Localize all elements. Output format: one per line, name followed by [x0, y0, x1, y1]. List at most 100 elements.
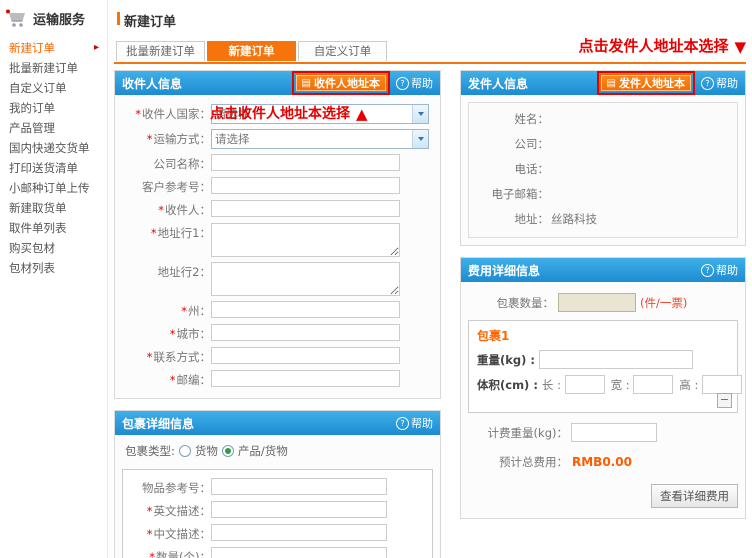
field-label: *收件人国家 [115, 104, 211, 122]
field-label: *城市 [115, 324, 211, 342]
sidebar-item-product-mgmt[interactable]: 产品管理 [9, 120, 107, 136]
sender-fields-box: 姓名 公司 电话 电子邮箱 地址丝路科技 [468, 102, 738, 238]
sender-email-value [549, 186, 551, 202]
sidebar-item-pickup-order-list[interactable]: 取件单列表 [9, 220, 107, 236]
sidebar-item-print-delivery-list[interactable]: 打印送货清单 [9, 160, 107, 176]
sender-address-value: 丝路科技 [549, 211, 597, 227]
zipcode-input[interactable] [211, 370, 400, 387]
tab-batch-new-order[interactable]: 批量新建订单 [116, 41, 205, 61]
chevron-down-icon [412, 130, 428, 148]
length-label: 长 [542, 377, 565, 393]
company-name-input[interactable] [211, 154, 400, 171]
sidebar-item-small-post-upload[interactable]: 小邮种订单上传 [9, 180, 107, 196]
sender-name-value [549, 111, 551, 127]
billable-weight-label: 计费重量(kg) [468, 425, 568, 441]
field-label: *地址行1 [115, 223, 211, 241]
quantity-input[interactable] [211, 547, 387, 558]
fee-detail-panel: 费用详细信息 ? 帮助 包裹数量 (件/一票) 包裹1 [460, 257, 746, 519]
shipping-service-app: 运输服务 新建订单 ▸ 批量新建订单 自定义订单 我的订单 产品管理 国内快递交… [0, 0, 752, 558]
address-line2-textarea[interactable] [211, 262, 400, 296]
view-fee-detail-button[interactable]: 查看详细费用 [651, 484, 738, 508]
address-book-icon: ▤ [607, 78, 616, 89]
package-type-row: 包裹类型: 货物 产品/货物 [115, 435, 440, 465]
recipient-panel-body: *收件人国家 请选择 *运输方式 请选择 公 [115, 95, 440, 398]
cart-icon [5, 9, 29, 28]
field-label: 物品参考号 [123, 478, 211, 496]
height-input[interactable] [702, 375, 742, 394]
customer-ref-input[interactable] [211, 177, 400, 194]
height-label: 高 [679, 377, 702, 393]
triangle-up-icon: ▲ [356, 105, 368, 123]
package-qty-unit: (件/一票) [640, 295, 687, 311]
recipient-addressbook-button[interactable]: ▤ 收件人地址本 [295, 74, 387, 92]
english-desc-input[interactable] [211, 501, 387, 518]
radio-cargo-label: 货物 [195, 443, 218, 459]
recipient-addressbook-highlight: ▤ 收件人地址本 [292, 71, 390, 95]
width-label: 宽 [611, 377, 634, 393]
tab-underline [114, 62, 746, 64]
length-input[interactable] [565, 375, 605, 394]
sidebar-active-arrow-icon: ▸ [94, 40, 99, 56]
volume-label: 体积(cm) [477, 377, 542, 393]
tab-custom-order[interactable]: 自定义订单 [298, 41, 387, 61]
package-qty-input[interactable] [558, 293, 636, 312]
sidebar-item-custom-order[interactable]: 自定义订单 [9, 80, 107, 96]
app-logo: 运输服务 [0, 0, 107, 34]
right-column: 发件人信息 ▤ 发件人地址本 ? 帮助 姓名 公司 电话 [460, 70, 746, 530]
chinese-desc-input[interactable] [211, 524, 387, 541]
sender-address-label: 地址 [469, 211, 549, 227]
field-label: *运输方式 [115, 129, 211, 147]
package-qty-label: 包裹数量 [468, 295, 554, 311]
sidebar-item-my-orders[interactable]: 我的订单 [9, 100, 107, 116]
estimated-total-label: 预计总费用 [468, 454, 568, 470]
field-label: *英文描述 [123, 501, 211, 519]
fee-panel-header: 费用详细信息 ? 帮助 [461, 258, 745, 282]
sidebar-item-new-pickup-order[interactable]: 新建取货单 [9, 200, 107, 216]
contact-input[interactable] [211, 347, 400, 364]
billable-weight-input[interactable] [571, 423, 657, 442]
item-ref-input[interactable] [211, 478, 387, 495]
app-title: 运输服务 [33, 9, 85, 28]
sidebar-item-domestic-express-note[interactable]: 国内快递交货单 [9, 140, 107, 156]
field-label: *数量(个) [123, 547, 211, 558]
sender-panel-header: 发件人信息 ▤ 发件人地址本 ? 帮助 [461, 71, 745, 95]
address-line1-textarea[interactable] [211, 223, 400, 257]
help-icon: ? [396, 77, 409, 90]
package-help-link[interactable]: ? 帮助 [396, 415, 433, 431]
sender-panel-title: 发件人信息 [468, 75, 597, 92]
package1-box: 包裹1 重量(kg) 体积(cm) 长 宽 高 [468, 320, 738, 413]
field-label: 客户参考号 [115, 177, 211, 195]
recipient-addressbook-annotation: 点击收件人地址本选择▲ [210, 103, 368, 123]
field-label: *邮编 [115, 370, 211, 388]
sender-help-link[interactable]: ? 帮助 [701, 75, 738, 91]
sender-info-panel: 发件人信息 ▤ 发件人地址本 ? 帮助 姓名 公司 电话 [460, 70, 746, 246]
sidebar-item-packaging-list[interactable]: 包材列表 [9, 260, 107, 276]
radio-product-cargo[interactable] [222, 445, 234, 457]
weight-input[interactable] [539, 350, 693, 369]
city-input[interactable] [211, 324, 400, 341]
fee-help-link[interactable]: ? 帮助 [701, 262, 738, 278]
sidebar-item-batch-new-order[interactable]: 批量新建订单 [9, 60, 107, 76]
main-content: 新建订单 批量新建订单 新建订单 自定义订单 点击发件人地址本选择▼ 点击收件人… [108, 0, 752, 558]
state-input[interactable] [211, 301, 400, 318]
tab-bar: 批量新建订单 新建订单 自定义订单 [116, 41, 387, 61]
sender-addressbook-button[interactable]: ▤ 发件人地址本 [600, 74, 692, 92]
recipient-name-input[interactable] [211, 200, 400, 217]
sender-addressbook-highlight: ▤ 发件人地址本 [597, 71, 695, 95]
width-input[interactable] [633, 375, 673, 394]
tab-new-order[interactable]: 新建订单 [207, 41, 296, 61]
sender-phone-label: 电话 [469, 161, 549, 177]
triangle-down-icon: ▼ [734, 38, 746, 56]
help-icon: ? [701, 77, 714, 90]
sender-addressbook-annotation: 点击发件人地址本选择▼ [578, 35, 746, 56]
radio-cargo[interactable] [179, 445, 191, 457]
collapse-package-button[interactable]: − [717, 393, 732, 408]
field-label: *联系方式 [115, 347, 211, 365]
package-type-label: 包裹类型: [125, 443, 175, 459]
sidebar-item-new-order[interactable]: 新建订单 ▸ [9, 40, 107, 56]
field-label: *州 [115, 301, 211, 319]
recipient-help-link[interactable]: ? 帮助 [396, 75, 433, 91]
field-label: 地址行2 [115, 262, 211, 280]
sidebar-item-buy-packaging[interactable]: 购买包材 [9, 240, 107, 256]
shipping-method-select[interactable]: 请选择 [211, 129, 429, 149]
